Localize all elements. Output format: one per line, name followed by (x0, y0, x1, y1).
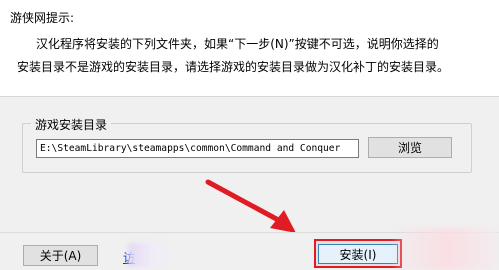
blurred-region (395, 228, 499, 270)
install-dir-label: 游戏安装目录 (31, 116, 112, 133)
notice-heading: 游侠网提示: (10, 11, 75, 25)
notice-text-line1: 汉化程序将安装的下列文件夹，如果“下一步(N)”按键不可选，说明你选择的 (36, 37, 439, 51)
notice-text-line2: 安装目录不是游戏的安装目录，请选择游戏的安装目录做为汉化补丁的安装目录。 (17, 60, 450, 74)
browse-button[interactable]: 浏览 (368, 137, 452, 158)
about-button[interactable]: 关于(A) (23, 245, 98, 266)
install-path-input[interactable]: E:\SteamLibrary\steamapps\common\Command… (36, 139, 359, 158)
blurred-region (128, 243, 180, 267)
divider (0, 96, 499, 97)
install-button[interactable]: 安装(I) (318, 244, 398, 264)
